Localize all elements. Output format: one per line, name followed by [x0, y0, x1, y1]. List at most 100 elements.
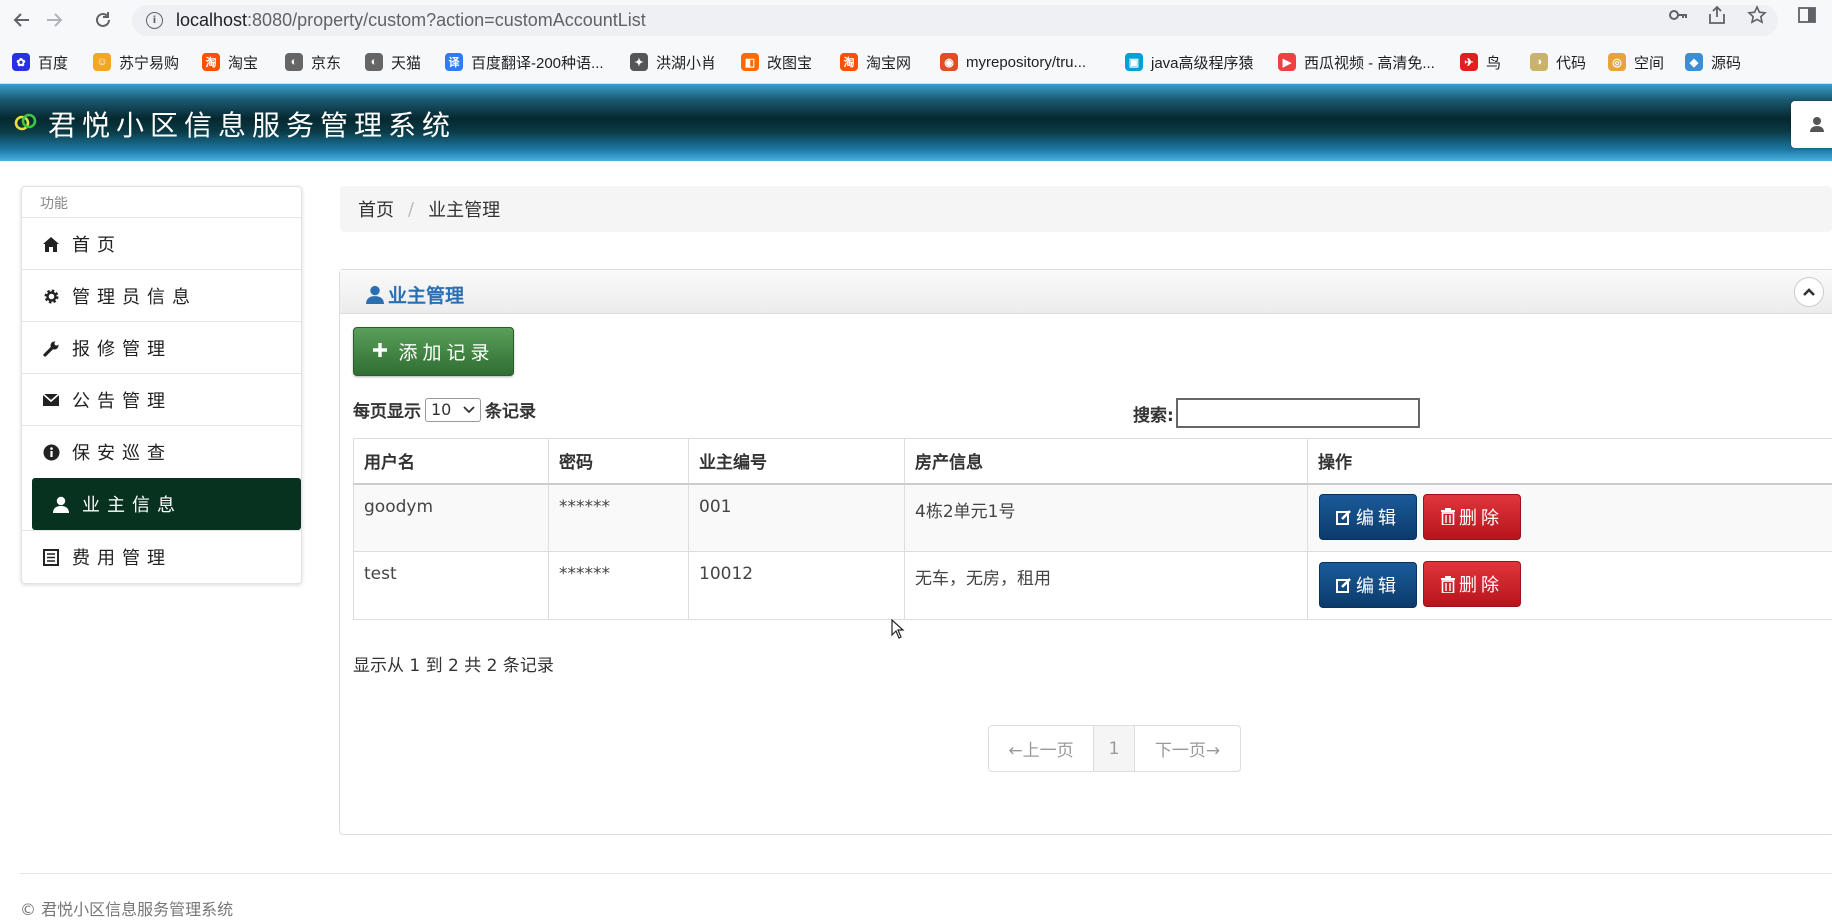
bookmark-item[interactable]: ◐天猫: [365, 51, 421, 73]
breadcrumb-separator: /: [408, 199, 414, 220]
bookmark-item[interactable]: ◎空间: [1608, 51, 1664, 73]
next-page-button[interactable]: 下一页→: [1135, 726, 1240, 771]
sidebar-item-home[interactable]: 首页: [22, 217, 301, 270]
bookmark-favicon-icon: 淘: [840, 53, 858, 71]
prev-page-button[interactable]: ←上一页: [989, 726, 1094, 771]
edit-button[interactable]: 编辑: [1319, 562, 1417, 608]
address-bar[interactable]: i localhost:8080/property/custom?action=…: [132, 5, 1778, 36]
add-record-button[interactable]: 添加记录: [353, 327, 514, 376]
bookmark-item[interactable]: ◐京东: [285, 51, 341, 73]
app-title: 君悦小区信息服务管理系统: [48, 104, 456, 144]
owner-management-panel: 业主管理 添加记录 每页显示 10 条记录 搜索: 用户名 密码 业主编号 房产…: [339, 269, 1832, 835]
bookmark-item[interactable]: ◆源码: [1685, 51, 1741, 73]
sidebar-item-fees[interactable]: 费用管理: [22, 530, 301, 583]
bookmark-label: 鸟: [1486, 52, 1501, 73]
panel-header: 业主管理: [340, 270, 1832, 314]
bookmark-favicon-icon: 译: [445, 53, 463, 71]
sidebar-heading: 功能: [40, 193, 68, 213]
delete-label: 删除: [1459, 571, 1503, 597]
site-info-icon[interactable]: i: [146, 12, 163, 29]
cell-owner-id: 001: [689, 484, 905, 552]
bookmark-favicon-icon: ◧: [741, 53, 759, 71]
bookmarks-bar: ✿百度☺苏宁易购淘淘宝◐京东◐天猫译百度翻译-200种语...✦洪湖小肖◧改图宝…: [0, 41, 1832, 84]
bookmark-item[interactable]: ◑代码: [1530, 51, 1586, 73]
key-icon[interactable]: [1668, 5, 1688, 30]
user-menu-button[interactable]: [1791, 101, 1832, 148]
bookmark-label: 淘宝: [228, 52, 258, 73]
edit-icon: [1336, 577, 1352, 593]
bookmark-item[interactable]: ✿百度: [12, 51, 68, 73]
delete-button[interactable]: 删除: [1423, 561, 1521, 607]
bookmark-label: 改图宝: [767, 52, 812, 73]
page-number-button[interactable]: 1: [1094, 726, 1135, 771]
wrench-icon: [42, 339, 60, 357]
search-label: 搜索:: [1133, 401, 1174, 426]
breadcrumb: 首页 / 业主管理: [340, 186, 1832, 232]
cell-property: 无车，无房，租用: [905, 552, 1308, 620]
chevron-up-icon: [1802, 287, 1816, 297]
search-control: 搜索:: [1133, 398, 1420, 428]
bookmark-item[interactable]: ◉myrepository/tru...: [940, 51, 1086, 73]
sidebar-item-label: 首页: [72, 231, 122, 257]
pagination: ←上一页 1 下一页→: [988, 725, 1241, 772]
column-header-username[interactable]: 用户名: [354, 439, 549, 484]
sidebar-item-admin-info[interactable]: 管理员信息: [22, 269, 301, 322]
search-input[interactable]: [1176, 398, 1420, 428]
sidebar-item-security[interactable]: 保安巡查: [22, 425, 301, 478]
breadcrumb-current: 业主管理: [428, 196, 500, 222]
plus-icon: [372, 339, 388, 364]
table-row: goodym ****** 001 4栋2单元1号 编辑 删除: [354, 484, 1832, 552]
bookmark-item[interactable]: ✦洪湖小肖: [630, 51, 716, 73]
sidebar-item-repair[interactable]: 报修管理: [22, 321, 301, 374]
bookmark-star-icon[interactable]: [1747, 5, 1767, 30]
user-icon: [52, 495, 70, 513]
column-header-password[interactable]: 密码: [549, 439, 689, 484]
user-icon: [1809, 116, 1825, 132]
browser-address-row: i localhost:8080/property/custom?action=…: [0, 0, 1832, 41]
sidebar-item-label: 费用管理: [72, 544, 172, 570]
bookmark-label: 苏宁易购: [119, 52, 179, 73]
page-length-select[interactable]: 10: [425, 398, 481, 422]
page-length-value: 10: [431, 400, 451, 419]
sidebar-item-notice[interactable]: 公告管理: [22, 373, 301, 426]
bookmark-favicon-icon: ▶: [1278, 53, 1296, 71]
forward-icon[interactable]: [40, 6, 68, 34]
bookmark-label: 淘宝网: [866, 52, 911, 73]
bookmark-item[interactable]: ▣java高级程序猿: [1125, 51, 1254, 73]
delete-button[interactable]: 删除: [1423, 494, 1521, 540]
bookmark-label: 代码: [1556, 52, 1586, 73]
bookmark-item[interactable]: 译百度翻译-200种语...: [445, 51, 604, 73]
reload-icon[interactable]: [89, 6, 117, 34]
delete-label: 删除: [1459, 504, 1503, 530]
bookmark-label: 百度: [38, 52, 68, 73]
bookmark-item[interactable]: ✈鸟: [1460, 51, 1501, 73]
edit-label: 编辑: [1356, 572, 1400, 598]
length-prefix: 每页显示: [353, 397, 421, 422]
edit-button[interactable]: 编辑: [1319, 494, 1417, 540]
bookmark-item[interactable]: 淘淘宝: [202, 51, 258, 73]
cell-actions: 编辑 删除: [1308, 552, 1832, 620]
share-icon[interactable]: [1707, 5, 1727, 30]
collapse-button[interactable]: [1794, 277, 1824, 307]
bookmark-favicon-icon: ◆: [1685, 53, 1703, 71]
side-panel-icon[interactable]: [1797, 5, 1817, 30]
bookmark-label: 京东: [311, 52, 341, 73]
column-header-owner-id[interactable]: 业主编号: [689, 439, 905, 484]
breadcrumb-home-link[interactable]: 首页: [358, 196, 394, 222]
bookmark-item[interactable]: ◧ 改图宝: [741, 51, 812, 73]
column-header-property[interactable]: 房产信息: [905, 439, 1308, 484]
table-header-row: 用户名 密码 业主编号 房产信息 操作: [354, 439, 1832, 484]
bookmark-item[interactable]: ☺苏宁易购: [93, 51, 179, 73]
back-icon[interactable]: [8, 6, 36, 34]
cell-password: ******: [549, 552, 689, 620]
edit-icon: [1336, 509, 1352, 525]
sidebar-item-owner-info[interactable]: 业主信息: [32, 478, 301, 530]
bookmark-item[interactable]: 淘淘宝网: [840, 51, 911, 73]
edit-label: 编辑: [1356, 504, 1400, 530]
url-text[interactable]: localhost:8080/property/custom?action=cu…: [176, 10, 646, 31]
bookmark-favicon-icon: ▣: [1125, 53, 1143, 71]
logo-icon: [14, 112, 38, 132]
bookmark-favicon-icon: ✦: [630, 53, 648, 71]
bookmark-item[interactable]: ▶西瓜视频 - 高清免...: [1278, 51, 1435, 73]
sidebar-item-label: 保安巡查: [72, 439, 172, 465]
